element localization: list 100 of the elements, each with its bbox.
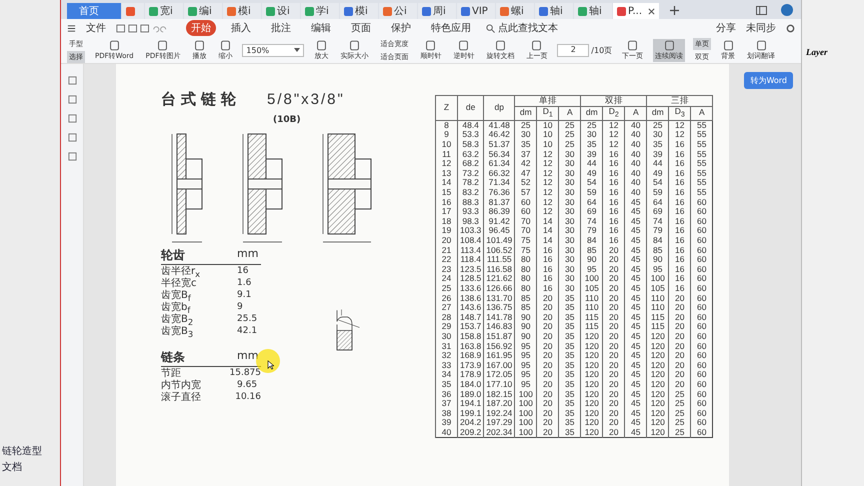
document-tab[interactable]: 学i <box>301 3 339 19</box>
table-cell: 20 <box>602 255 625 265</box>
ribbon-tab[interactable]: 页面 <box>346 20 376 36</box>
avatar-icon[interactable] <box>781 4 793 16</box>
document-tab[interactable]: 设i <box>262 3 300 19</box>
file-menu[interactable]: 文件 <box>86 21 106 35</box>
document-tab[interactable]: 公i <box>379 3 417 19</box>
menu-icon[interactable] <box>67 24 76 32</box>
ribbon-tab[interactable]: 开始 <box>186 20 216 36</box>
column-header: dm <box>514 106 537 120</box>
table-cell: 12 <box>536 178 559 188</box>
zoom-dropdown[interactable]: 150% <box>242 44 304 56</box>
ribbon-tab[interactable]: 特色应用 <box>426 20 476 36</box>
table-cell: 64 <box>580 198 603 208</box>
column-header: 单排 <box>514 96 581 106</box>
document-tab[interactable]: 模i <box>223 3 261 19</box>
table-cell: 197.29 <box>484 418 515 428</box>
document-tab[interactable]: 编i <box>184 3 222 19</box>
home-tab[interactable]: 首页 <box>67 3 121 19</box>
table-cell: 120 <box>580 408 603 418</box>
table-cell: 35 <box>558 322 581 332</box>
table-cell: 20 <box>668 312 691 322</box>
table-cell: 45 <box>624 332 647 342</box>
close-icon[interactable] <box>648 8 656 14</box>
column-header: A <box>558 106 581 120</box>
document-tab[interactable]: 宽i <box>145 3 183 19</box>
table-cell: 40 <box>624 120 647 130</box>
table-cell: 20 <box>536 380 559 390</box>
table-cell: 88.3 <box>458 198 484 208</box>
table-cell: 177.10 <box>484 380 515 390</box>
table-cell: 80 <box>514 284 537 294</box>
table-cell: 31 <box>436 342 458 352</box>
table-cell: 35 <box>646 140 669 150</box>
document-tab[interactable]: 轴i <box>535 3 573 19</box>
table-cell: 20 <box>602 360 625 370</box>
table-cell: 98.3 <box>458 216 484 226</box>
document-tab[interactable]: 轴i <box>574 3 612 19</box>
sidebar-icon[interactable] <box>68 133 76 142</box>
column-header: Z <box>436 96 458 120</box>
document-tab[interactable]: 周i <box>418 3 456 19</box>
table-cell: 54 <box>580 178 603 188</box>
table-cell: 30 <box>558 188 581 198</box>
parameter-name: 半径宽c <box>161 277 198 290</box>
table-cell: 41.48 <box>484 120 515 130</box>
table-cell: 20 <box>668 380 691 390</box>
table-cell: 209.2 <box>458 428 484 438</box>
convert-to-word-button[interactable]: 转为Word <box>744 72 793 89</box>
page-number-field[interactable]: 2 <box>557 44 590 56</box>
table-cell: 16 <box>602 150 625 160</box>
section-heading: 链条 <box>161 349 186 366</box>
sidebar-icon[interactable] <box>68 76 76 85</box>
add-tab-icon[interactable] <box>670 6 680 15</box>
table-cell: 120 <box>580 342 603 352</box>
search-field[interactable]: 点此查找文本 <box>486 21 558 35</box>
table-cell: 30 <box>514 130 537 140</box>
sidebar-icon[interactable] <box>68 114 76 123</box>
ribbon-tab[interactable]: 编辑 <box>306 20 336 36</box>
table-cell: 80 <box>514 255 537 265</box>
table-cell: 35 <box>514 140 537 150</box>
document-tab[interactable]: 模i <box>340 3 378 19</box>
table-cell: 20 <box>536 418 559 428</box>
document-tab[interactable]: P... <box>613 3 660 19</box>
ribbon-tab[interactable]: 保护 <box>386 20 416 36</box>
table-cell: 20 <box>536 390 559 400</box>
window-layout-icon[interactable] <box>756 6 767 14</box>
table-cell: 20 <box>602 342 625 352</box>
share-button[interactable]: 分享 <box>716 21 736 35</box>
table-cell: 12 <box>536 207 559 217</box>
table-cell: 45 <box>624 342 647 352</box>
table-cell: 120 <box>580 390 603 400</box>
parameter-name: 齿宽B$_{f}$ <box>161 288 192 302</box>
table-cell: 40 <box>624 140 647 150</box>
table-cell: 10 <box>436 140 458 150</box>
settings-icon[interactable] <box>786 24 795 32</box>
sync-button[interactable]: 未同步 <box>746 21 776 35</box>
document-tab[interactable]: 螺i <box>496 3 534 19</box>
tool-icon <box>157 40 168 50</box>
table-cell: 35 <box>436 380 458 390</box>
parameter-name: 齿宽B$_{3}$ <box>161 325 194 338</box>
app-tab[interactable] <box>122 3 144 19</box>
tool-icon <box>531 40 542 50</box>
table-cell: 20 <box>668 303 691 313</box>
table-cell: 25 <box>668 399 691 409</box>
column-header: D$_{1}$ <box>536 106 559 120</box>
table-cell: 100 <box>514 428 537 438</box>
ribbon-tab[interactable]: 批注 <box>266 20 296 36</box>
sidebar-icon[interactable] <box>68 95 76 104</box>
table-cell: 18 <box>436 216 458 226</box>
table-cell: 178.9 <box>458 370 484 380</box>
ribbon-tab[interactable]: 插入 <box>226 20 256 36</box>
sidebar-icon[interactable] <box>68 152 76 161</box>
table-cell: 138.6 <box>458 294 484 304</box>
document-tab[interactable]: VIP <box>457 3 495 19</box>
table-cell: 30 <box>558 246 581 256</box>
parameter-value: 9.1 <box>237 290 252 300</box>
table-cell: 60 <box>514 207 537 217</box>
table-cell: 95 <box>580 264 603 274</box>
table-cell: 95 <box>514 380 537 390</box>
table-cell: 69 <box>646 207 669 217</box>
table-cell: 20 <box>668 332 691 342</box>
